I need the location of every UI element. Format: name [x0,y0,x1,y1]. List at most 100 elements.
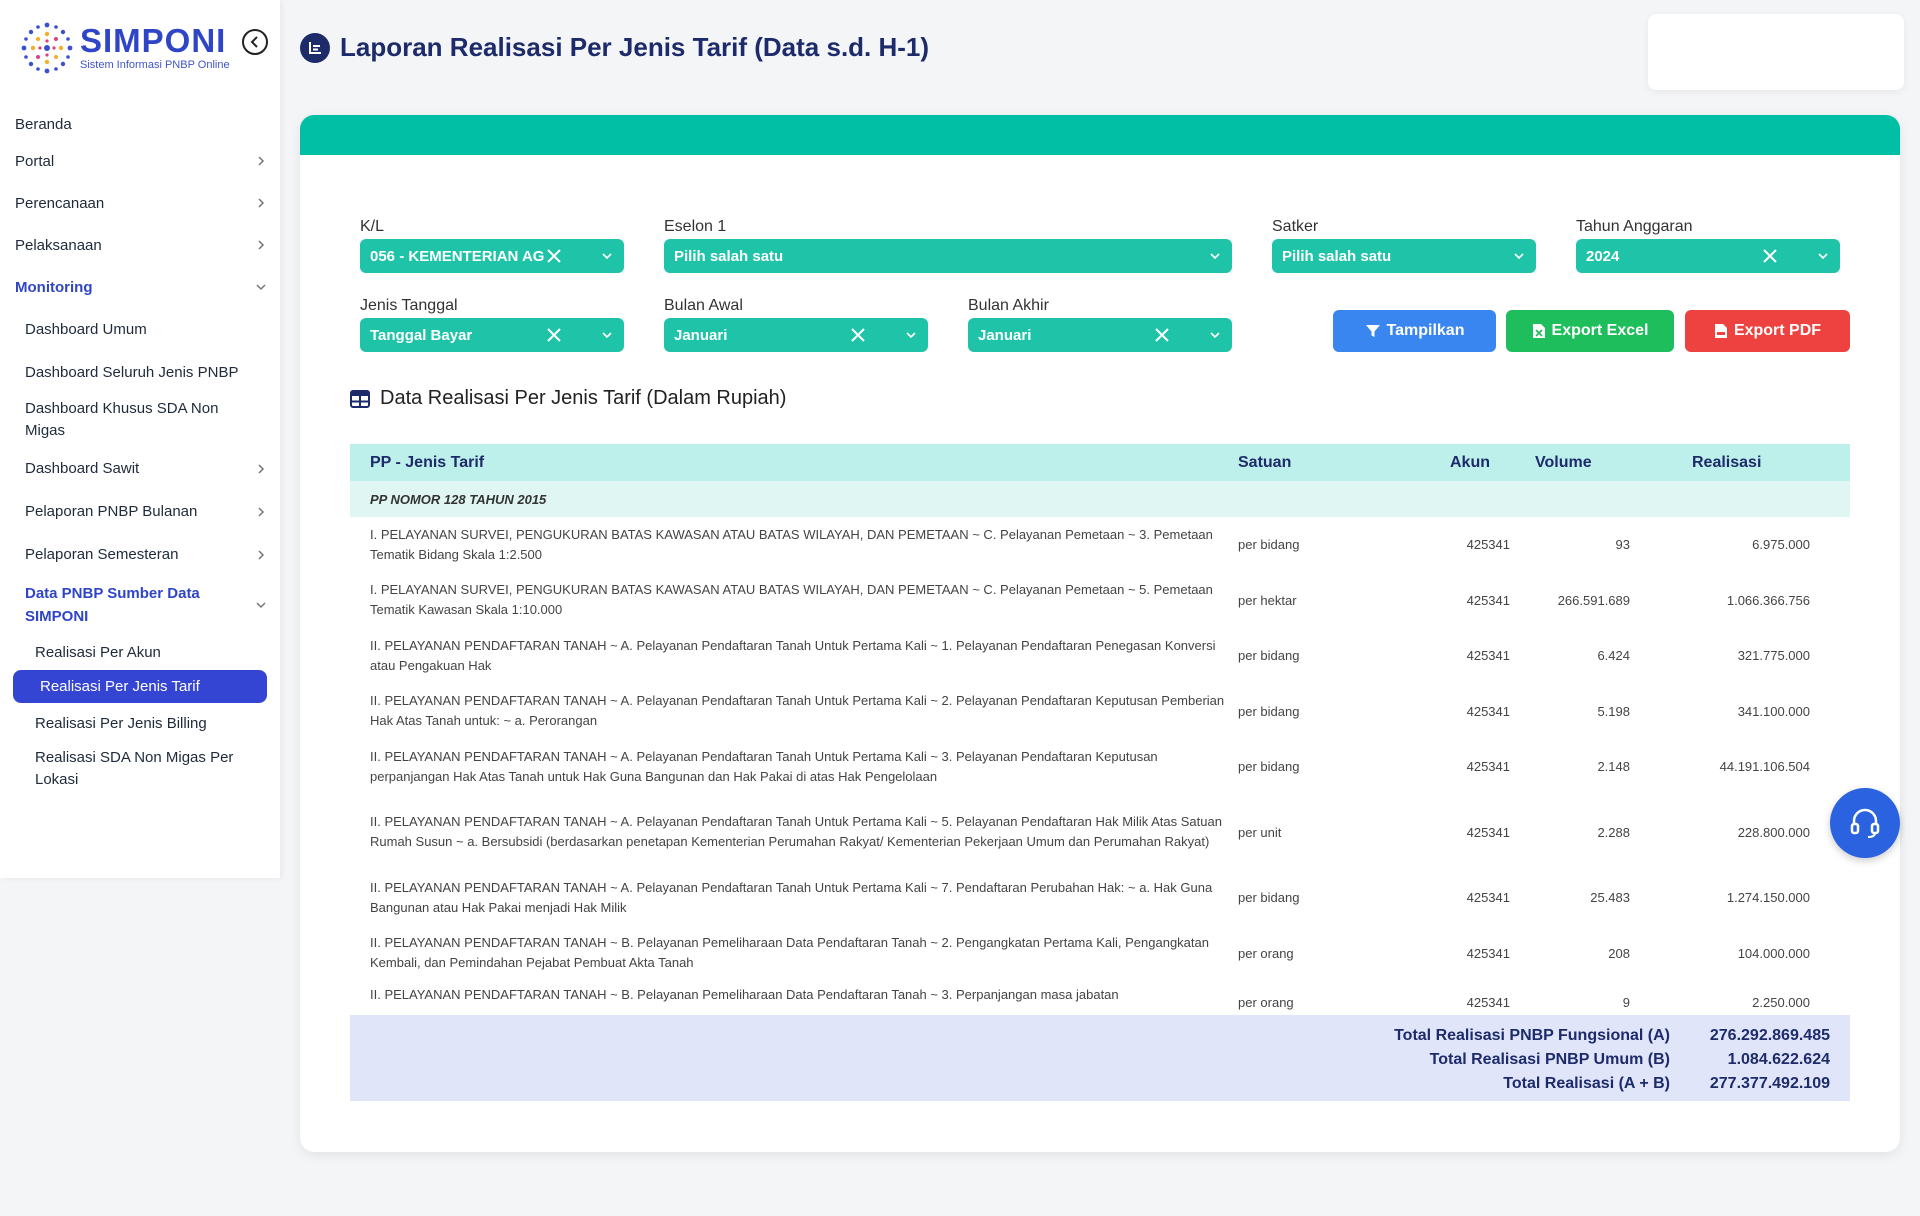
cell-jenis: I. PELAYANAN SURVEI, PENGUKURAN BATAS KA… [370,526,1213,562]
table-row: II. PELAYANAN PENDAFTARAN TANAH ~ A. Pel… [350,683,1850,739]
sidebar-item-beranda[interactable]: Beranda [0,108,280,140]
tampilkan-button[interactable]: Tampilkan [1333,310,1496,352]
total-value: 277.377.492.109 [1709,1075,1830,1092]
sidebar-item-dashboard-sda[interactable]: Dashboard Khusus SDA Non Migas [0,393,280,447]
help-chat-button[interactable] [1830,788,1900,858]
chevron-down-icon [1210,332,1220,339]
cell-akun: 425341 [1466,890,1510,905]
jenis-tanggal-label: Jenis Tanggal [360,297,458,314]
simponi-logo[interactable]: SIMPONI Sistem Informasi PNBP Online [18,18,248,78]
sidebar-item-realisasi-akun[interactable]: Realisasi Per Akun [0,634,280,670]
eselon-select-value: Pilih salah satu [674,247,784,265]
tahun-select[interactable]: 2024 [1576,239,1840,273]
sidebar-item-label: Realisasi SDA Non Migas Per Lokasi [35,749,234,788]
jenis-tanggal-value: Tanggal Bayar [370,326,473,344]
cell-volume: 2.148 [1597,759,1630,774]
sidebar-item-perencanaan[interactable]: Perencanaan [0,182,280,224]
clear-icon[interactable] [546,327,562,343]
cell-satuan: per bidang [1238,890,1300,905]
cell-volume: 9 [1622,995,1630,1010]
total-row-all: Total Realisasi (A + B) 277.377.492.109 [1170,1075,1850,1093]
sidebar-item-realisasi-billing[interactable]: Realisasi Per Jenis Billing [0,703,280,743]
sidebar-item-data-pnbp[interactable]: Data PNBP Sumber Data SIMPONI [0,576,280,634]
cell-volume: 93 [1615,537,1630,552]
sidebar-item-dashboard-umum[interactable]: Dashboard Umum [0,308,280,351]
cell-volume: 2.288 [1597,824,1630,840]
sidebar-scroll-fade [0,838,280,878]
jenis-tanggal-select[interactable]: Tanggal Bayar [360,318,624,352]
col-satuan[interactable]: Satuan [1238,454,1410,472]
col-jenis[interactable]: PP - Jenis Tarif [350,453,1238,473]
section-title-text: Data Realisasi Per Jenis Tarif (Dalam Ru… [380,387,787,409]
bulan-akhir-value: Januari [978,326,1032,344]
chevron-down-icon [256,284,266,291]
kl-select-value: 056 - KEMENTERIAN AG [370,247,545,265]
clear-icon[interactable] [1154,327,1170,343]
card-header-band [300,115,1900,155]
logo-dots-icon [21,22,73,74]
satker-label: Satker [1272,218,1319,235]
tahun-label: Tahun Anggaran [1576,218,1693,235]
collapse-sidebar-button[interactable] [242,29,268,55]
cell-satuan: per orang [1238,995,1294,1010]
chevron-right-icon [258,198,265,208]
cell-volume: 266.591.689 [1557,592,1630,608]
satker-select[interactable]: Pilih salah satu [1272,239,1536,273]
sidebar-item-label: Pelaksanaan [15,236,102,254]
cell-realisasi: 1.066.366.756 [1726,592,1810,608]
cell-akun: 425341 [1466,537,1510,552]
sidebar-item-pelaporan-bulanan[interactable]: Pelaporan PNBP Bulanan [0,490,280,533]
sidebar-item-dashboard-sawit[interactable]: Dashboard Sawit [0,447,280,490]
cell-jenis: II. PELAYANAN PENDAFTARAN TANAH ~ A. Pel… [370,748,1158,784]
cell-realisasi: 228.800.000 [1737,824,1810,840]
cell-volume: 6.424 [1597,648,1630,663]
total-label: Total Realisasi (A + B) [1503,1075,1670,1092]
chevron-down-icon [906,332,916,339]
cell-akun: 425341 [1466,824,1510,840]
table-header: PP - Jenis Tarif Satuan Akun Volume Real… [350,444,1850,481]
cell-akun: 425341 [1466,703,1510,719]
col-akun[interactable]: Akun [1410,454,1510,472]
cell-akun: 425341 [1466,945,1510,961]
cell-realisasi: 321.775.000 [1737,648,1810,663]
tampilkan-label: Tampilkan [1386,322,1465,339]
sidebar: SIMPONI Sistem Informasi PNBP Online Ber… [0,0,280,878]
cell-volume: 208 [1608,945,1630,961]
cell-akun: 425341 [1466,592,1510,608]
page-title: Laporan Realisasi Per Jenis Tarif (Data … [340,32,930,62]
clear-icon[interactable] [850,327,866,343]
cell-satuan: per unit [1238,824,1282,840]
chevron-right-icon [258,506,265,517]
col-realisasi[interactable]: Realisasi [1630,454,1830,472]
sidebar-item-label: Dashboard Sawit [25,460,140,477]
sidebar-item-pelaksanaan[interactable]: Pelaksanaan [0,224,280,266]
cell-jenis: II. PELAYANAN PENDAFTARAN TANAH ~ B. Pel… [370,987,1119,1002]
bulan-awal-label: Bulan Awal [664,297,743,314]
cell-realisasi: 44.191.106.504 [1719,759,1810,774]
sidebar-item-pelaporan-semesteran[interactable]: Pelaporan Semesteran [0,533,280,576]
cell-satuan: per bidang [1238,703,1300,719]
sidebar-item-realisasi-jenis-tarif[interactable]: Realisasi Per Jenis Tarif [13,670,267,703]
export-excel-label: Export Excel [1551,322,1649,339]
sidebar-item-portal[interactable]: Portal [0,140,280,182]
table-row: II. PELAYANAN PENDAFTARAN TANAH ~ A. Pel… [350,794,1850,870]
cell-satuan: per bidang [1238,759,1300,774]
sidebar-item-monitoring[interactable]: Monitoring [0,266,280,308]
sidebar-item-label: Data PNBP Sumber Data SIMPONI [25,585,200,625]
clear-icon[interactable] [1762,248,1778,264]
cell-akun: 425341 [1466,995,1510,1010]
export-pdf-button[interactable]: Export PDF [1685,310,1850,352]
cell-satuan: per hektar [1238,592,1297,608]
export-excel-button[interactable]: Export Excel [1506,310,1674,352]
bulan-awal-select[interactable]: Januari [664,318,928,352]
bulan-akhir-select[interactable]: Januari [968,318,1232,352]
clear-icon[interactable] [546,248,562,264]
kl-select[interactable]: 056 - KEMENTERIAN AG [360,239,624,273]
cell-volume: 5.198 [1597,703,1630,719]
eselon-select[interactable]: Pilih salah satu [664,239,1232,273]
export-pdf-label: Export PDF [1733,322,1822,339]
col-volume[interactable]: Volume [1510,454,1630,472]
sidebar-item-dashboard-seluruh[interactable]: Dashboard Seluruh Jenis PNBP [0,351,280,393]
sidebar-item-realisasi-sda-lokasi[interactable]: Realisasi SDA Non Migas Per Lokasi [0,743,280,795]
table-body[interactable]: I. PELAYANAN SURVEI, PENGUKURAN BATAS KA… [350,517,1850,1015]
